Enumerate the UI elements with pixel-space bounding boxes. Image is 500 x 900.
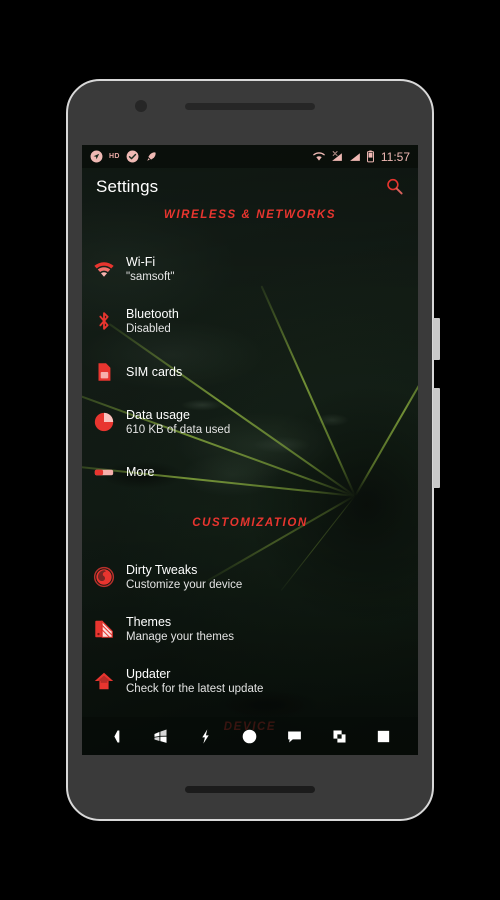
list-item-title: Updater — [126, 666, 171, 681]
lightning-bolt-icon — [202, 728, 209, 744]
row-icon — [82, 411, 126, 433]
list-item-dirty-tweaks[interactable]: Dirty Tweaks Customize your device — [82, 551, 418, 603]
row-icon — [82, 670, 126, 692]
row-text: Dirty Tweaks Customize your device — [126, 562, 242, 593]
themes-swatch-icon — [95, 619, 113, 638]
list-item-title: Wi-Fi — [126, 254, 156, 269]
list-item-themes[interactable]: Themes Manage your themes — [82, 603, 418, 655]
row-text: Updater Check for the latest update — [126, 666, 263, 697]
back-button[interactable] — [103, 723, 129, 749]
signal-bars-icon — [349, 153, 360, 161]
list-item-subtitle: Check for the latest update — [126, 682, 264, 695]
row-icon — [82, 258, 126, 280]
bottom-speaker-grille — [185, 786, 315, 793]
screenshot-root: HD 11:57 Settings WIRELESS & NETWORKS Wi… — [0, 0, 500, 900]
row-text: Bluetooth Disabled — [126, 306, 179, 337]
location-arrow-icon — [90, 150, 103, 163]
list-item-title: Data usage — [126, 407, 190, 422]
wifi-icon — [94, 262, 114, 277]
status-bar-right-icons: 11:57 — [312, 150, 410, 164]
wifi-icon — [313, 152, 325, 161]
list-item-wifi[interactable]: Wi-Fi "samsoft" — [82, 243, 418, 295]
list-item-more[interactable]: More — [82, 447, 418, 497]
list-item-title: SIM cards — [126, 365, 183, 379]
status-bar-left-icons: HD — [90, 150, 158, 163]
data-usage-pie-icon — [94, 412, 114, 432]
page-title: Settings — [96, 176, 159, 196]
section-header-wireless: WIRELESS & NETWORKS — [163, 209, 337, 221]
signal-no-sim-icon — [331, 151, 342, 161]
windows-button[interactable] — [148, 723, 174, 749]
row-icon — [82, 618, 126, 640]
battery-icon — [366, 150, 374, 163]
row-icon — [82, 361, 126, 383]
updater-arrow-icon — [94, 672, 114, 690]
row-text: Wi-Fi "samsoft" — [126, 254, 174, 285]
list-item-title: Dirty Tweaks — [126, 562, 198, 577]
list-item-subtitle: Manage your themes — [126, 630, 235, 643]
recents-button[interactable] — [371, 723, 397, 749]
list-item-subtitle: Customize your device — [126, 578, 243, 591]
power-menu-button[interactable] — [192, 723, 218, 749]
row-text: SIM cards — [126, 364, 182, 380]
status-bar: HD 11:57 — [82, 145, 418, 168]
settings-list[interactable]: WIRELESS & NETWORKS Wi-Fi "samsoft" Blue… — [82, 205, 418, 733]
row-icon — [82, 310, 126, 332]
more-bar-icon — [94, 469, 114, 476]
multiwindow-button[interactable] — [326, 723, 352, 749]
sim-card-icon — [98, 363, 111, 381]
navigation-bar — [82, 717, 418, 755]
earpiece-speaker — [185, 103, 315, 110]
check-circle-icon — [126, 150, 139, 163]
list-item-data-usage[interactable]: Data usage 610 KB of data used — [82, 397, 418, 447]
list-item-title: Bluetooth — [126, 306, 179, 321]
action-bar: Settings — [82, 168, 418, 205]
list-item-subtitle: "samsoft" — [126, 270, 175, 283]
row-icon — [82, 461, 126, 483]
list-item-bluetooth[interactable]: Bluetooth Disabled — [82, 295, 418, 347]
back-chevron-icon — [114, 729, 120, 743]
rocket-icon — [146, 152, 156, 161]
list-item-subtitle: Disabled — [126, 322, 171, 335]
list-item-subtitle: 610 KB of data used — [126, 423, 231, 436]
chat-bubble-icon — [288, 731, 301, 743]
power-button[interactable] — [433, 318, 440, 360]
messages-button[interactable] — [282, 723, 308, 749]
bluetooth-icon — [99, 312, 109, 330]
list-item-sim-cards[interactable]: SIM cards — [82, 347, 418, 397]
windows-logo-icon — [154, 729, 167, 743]
list-item-updater[interactable]: Updater Check for the latest update — [82, 655, 418, 707]
home-button[interactable] — [237, 723, 263, 749]
list-item-title: Themes — [126, 614, 172, 629]
hd-text-icon: HD — [109, 153, 120, 160]
circle-home-icon — [243, 729, 257, 743]
list-item-title: More — [126, 465, 155, 479]
front-camera-icon — [135, 100, 147, 112]
section-header-customization: CUSTOMIZATION — [192, 517, 308, 529]
row-icon — [82, 566, 126, 588]
search-icon[interactable] — [385, 177, 404, 196]
phone-screen: HD 11:57 Settings WIRELESS & NETWORKS Wi… — [82, 145, 418, 755]
status-bar-clock: 11:57 — [380, 149, 410, 164]
dirty-tweaks-icon — [93, 566, 115, 588]
square-recents-icon — [377, 730, 390, 742]
row-text: Themes Manage your themes — [126, 614, 234, 645]
overlapping-squares-icon — [333, 729, 346, 743]
row-text: More — [126, 464, 154, 480]
row-text: Data usage 610 KB of data used — [126, 407, 230, 438]
volume-button[interactable] — [433, 388, 440, 488]
